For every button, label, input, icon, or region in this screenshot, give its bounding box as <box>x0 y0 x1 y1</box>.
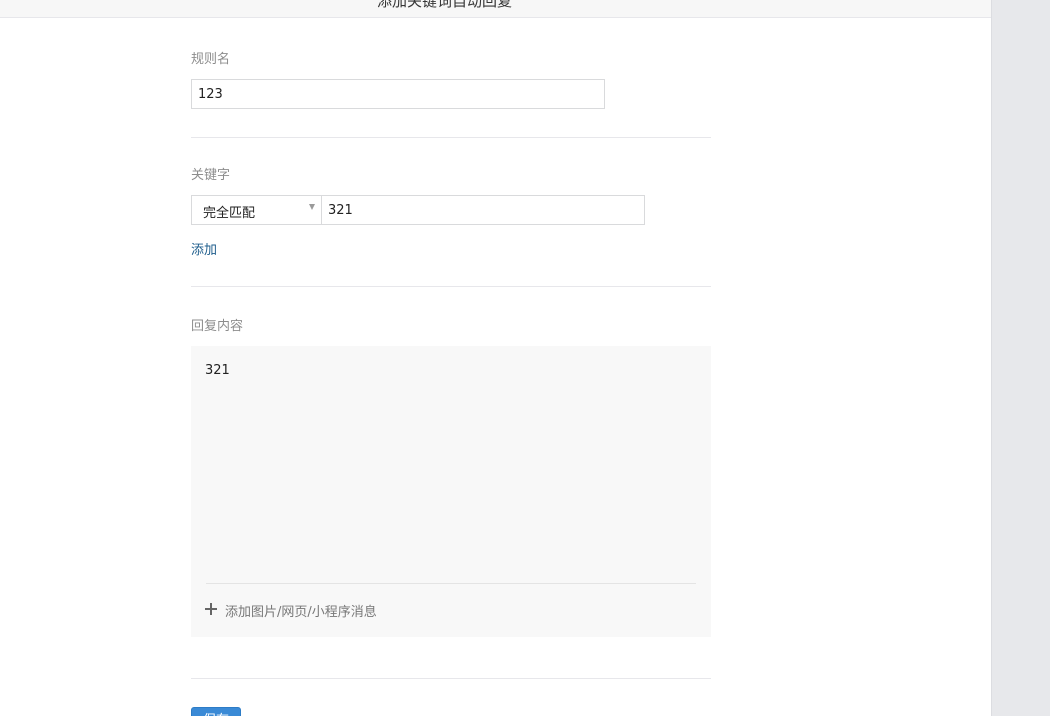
main-panel: 添加关键词自动回复 规则名 关键字 完全匹配 添加 回复内容 321 添加图片/… <box>0 0 991 716</box>
page-title: 添加关键词自动回复 <box>377 0 513 10</box>
save-button[interactable]: 保存 <box>191 707 241 716</box>
reply-divider <box>206 583 696 584</box>
match-mode-value: 完全匹配 <box>203 206 256 221</box>
reply-content-label: 回复内容 <box>191 319 244 334</box>
page-header: 添加关键词自动回复 <box>0 0 991 18</box>
rule-name-input[interactable] <box>191 79 605 109</box>
rule-name-label: 规则名 <box>191 52 231 67</box>
match-mode-select[interactable]: 完全匹配 <box>191 195 322 225</box>
section-divider <box>191 137 711 138</box>
reply-text[interactable]: 321 <box>205 363 230 378</box>
section-divider <box>191 678 711 679</box>
right-scroll-rail <box>991 0 1050 716</box>
section-divider <box>191 286 711 287</box>
keyword-label: 关键字 <box>191 168 231 183</box>
keyword-input[interactable] <box>321 195 645 225</box>
triangle-down-icon <box>309 204 315 210</box>
plus-icon <box>205 603 217 615</box>
add-keyword-link[interactable]: 添加 <box>191 239 217 258</box>
reply-editor[interactable]: 321 添加图片/网页/小程序消息 <box>191 346 711 637</box>
page: 添加关键词自动回复 规则名 关键字 完全匹配 添加 回复内容 321 添加图片/… <box>0 0 1050 716</box>
add-media-label: 添加图片/网页/小程序消息 <box>225 605 377 620</box>
